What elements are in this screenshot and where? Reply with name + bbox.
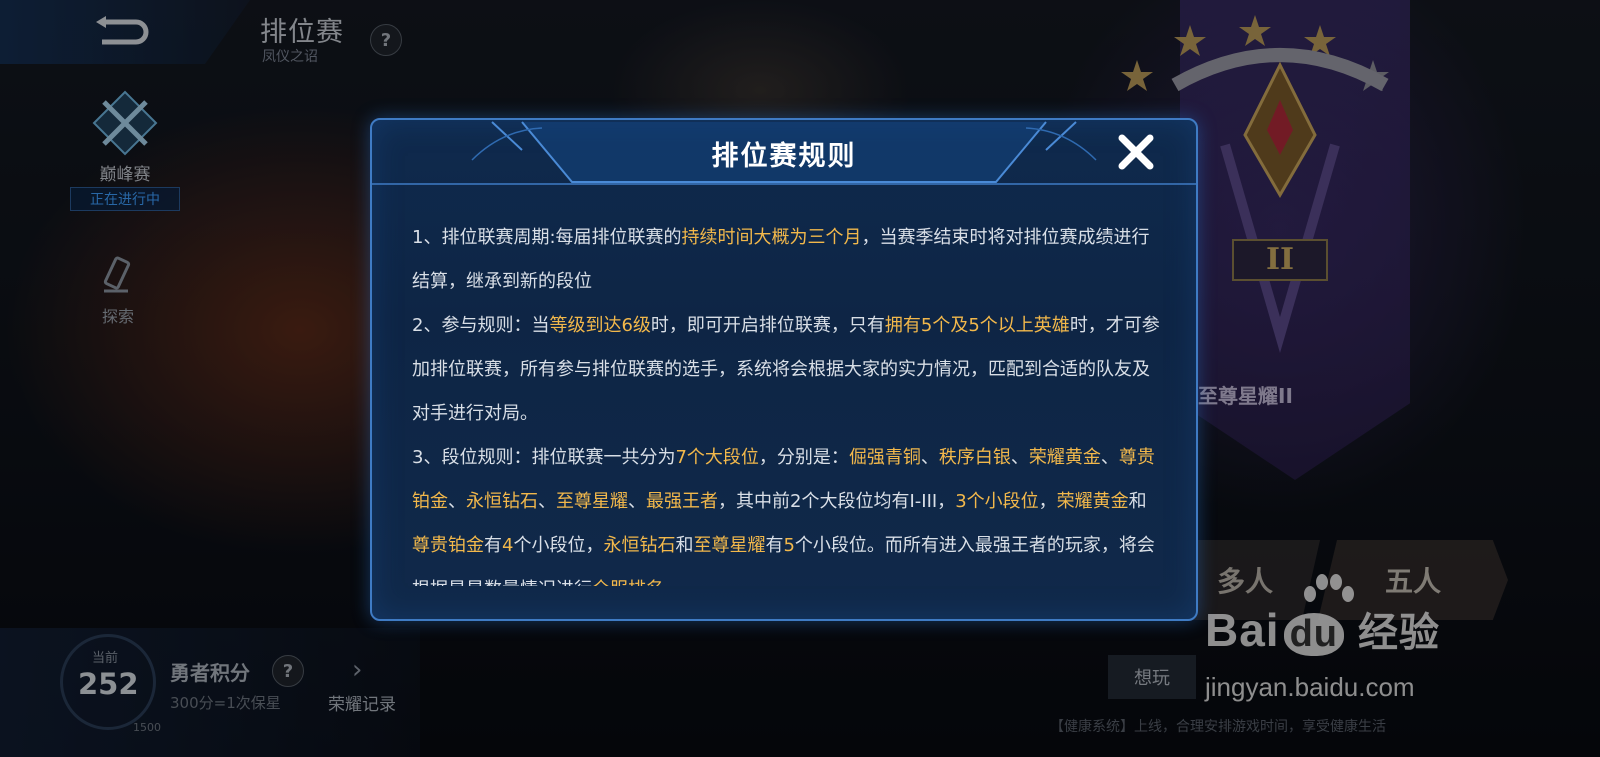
rule-highlight: 最强王者 bbox=[646, 491, 718, 512]
rule-highlight: 5 bbox=[783, 535, 795, 556]
rule-text: ，分别是： bbox=[758, 447, 849, 468]
rule-highlight: 尊贵铂金 bbox=[412, 535, 484, 556]
rule-text: 和 bbox=[1128, 491, 1147, 512]
rule-text: 、 bbox=[448, 491, 466, 512]
rule-highlight: 持续时间大概为三个月 bbox=[681, 227, 862, 248]
rule-text: ，其中前2个大段位均有I-III， bbox=[718, 491, 956, 512]
rule-text: 和 bbox=[675, 535, 694, 556]
rule-highlight: 4 bbox=[502, 535, 514, 556]
close-button[interactable] bbox=[1116, 132, 1156, 172]
dialog-header: 排位赛规则 bbox=[372, 120, 1196, 186]
rule-highlight: 倔强青铜 bbox=[848, 447, 921, 468]
rule-paragraph: 1、排位联赛周期:每届排位联赛的持续时间大概为三个月，当赛季结束时将对排位赛成绩… bbox=[412, 216, 1164, 304]
rule-text: 有 bbox=[484, 535, 502, 556]
rule-highlight: 7个大段位 bbox=[675, 447, 759, 468]
rule-text: 2、参与规则：当 bbox=[412, 315, 550, 336]
rule-text: 时，即可开启排位联赛，只有 bbox=[650, 315, 885, 336]
rule-highlight: 永恒钻石 bbox=[466, 491, 538, 512]
rule-text: 有 bbox=[765, 535, 784, 556]
rule-highlight: 秩序白银 bbox=[938, 447, 1011, 468]
rule-highlight: 等级到达6级 bbox=[549, 315, 651, 336]
dialog-title: 排位赛规则 bbox=[711, 141, 857, 172]
rule-highlight: 荣耀黄金 bbox=[1056, 491, 1129, 512]
rule-text: 、 bbox=[1010, 447, 1029, 468]
rules-text: 1、排位联赛周期:每届排位联赛的持续时间大概为三个月，当赛季结束时将对排位赛成绩… bbox=[412, 216, 1164, 586]
rule-highlight: 永恒钻石 bbox=[603, 535, 676, 556]
rule-text: 1、排位联赛周期:每届排位联赛的 bbox=[412, 227, 682, 248]
rule-highlight: 至尊星耀 bbox=[693, 535, 766, 556]
close-icon bbox=[1118, 134, 1154, 170]
rule-text: 、 bbox=[1100, 447, 1119, 468]
rule-text: 个小段位， bbox=[513, 535, 604, 556]
rule-text: 、 bbox=[628, 491, 646, 512]
rule-highlight: 至尊星耀 bbox=[556, 491, 628, 512]
rule-highlight: 全服排名 bbox=[592, 579, 664, 586]
rule-text: 3、段位规则：排位联赛一共分为 bbox=[412, 447, 676, 468]
rule-highlight: 荣耀黄金 bbox=[1028, 447, 1101, 468]
rule-text: ， bbox=[1038, 491, 1057, 512]
rule-paragraph: 3、段位规则：排位联赛一共分为7个大段位，分别是：倔强青铜、秩序白银、荣耀黄金、… bbox=[412, 436, 1164, 586]
rule-text: 、 bbox=[920, 447, 939, 468]
rule-highlight: 拥有5个及5个以上英雄 bbox=[884, 315, 1070, 336]
rule-text: 、 bbox=[538, 491, 556, 512]
rules-dialog: 排位赛规则 1、排位联赛周期:每届排位联赛的持续时间大概为三个月，当赛季结束时将… bbox=[370, 118, 1198, 621]
rule-paragraph: 2、参与规则：当等级到达6级时，即可开启排位联赛，只有拥有5个及5个以上英雄时，… bbox=[412, 304, 1164, 436]
rule-highlight: 3个小段位 bbox=[955, 491, 1039, 512]
